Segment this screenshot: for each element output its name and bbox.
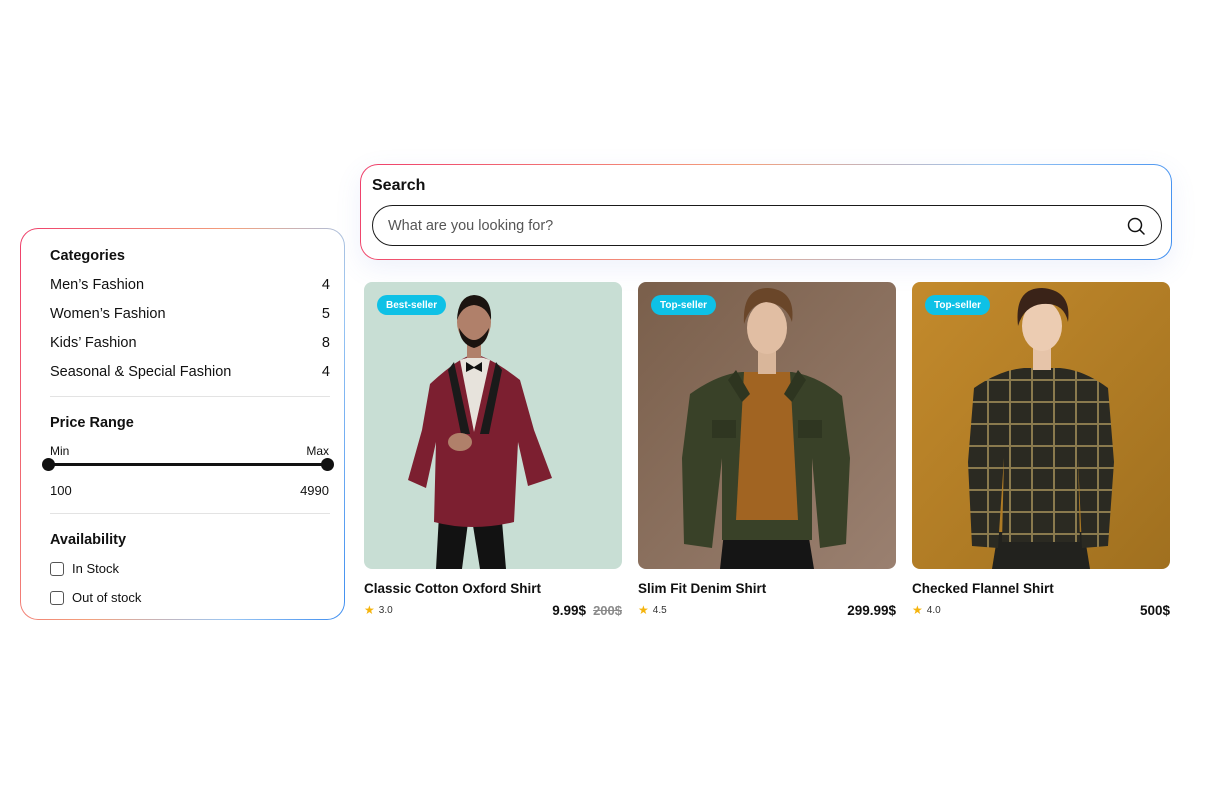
product-badge: Best-seller [377, 295, 447, 315]
product-badge: Top-seller [925, 295, 991, 315]
product-card[interactable]: Top-seller Slim Fit Denim Shirt ★ 4.5 29… [638, 282, 896, 622]
category-count: 4 [321, 364, 330, 380]
product-badge: Top-seller [651, 295, 717, 315]
category-label: Men’s Fashion [50, 277, 145, 293]
price-range-title: Price Range [50, 415, 134, 431]
divider [50, 396, 330, 397]
price-slider-track[interactable] [49, 463, 329, 466]
product-rating: ★ 3.0 [364, 604, 393, 616]
out-of-stock-label: Out of stock [72, 590, 142, 605]
category-count: 8 [321, 335, 330, 351]
price-min-value: 100 [50, 483, 72, 498]
category-count: 4 [321, 277, 330, 293]
product-name[interactable]: Slim Fit Denim Shirt [638, 581, 766, 596]
rating-value: 3.0 [378, 604, 393, 616]
categories-title: Categories [50, 248, 125, 264]
out-of-stock-checkbox[interactable] [50, 590, 64, 605]
star-icon: ★ [364, 603, 375, 617]
price-max-value: 4990 [300, 483, 329, 498]
product-prices: 500$ [1140, 603, 1170, 618]
category-kids-fashion[interactable]: Kids’ Fashion 8 [50, 334, 330, 352]
category-womens-fashion[interactable]: Women’s Fashion 5 [50, 305, 330, 323]
in-stock-label: In Stock [72, 561, 119, 576]
search-input[interactable] [373, 217, 1126, 234]
price-min-label: Min [50, 444, 70, 458]
product-price: 500$ [1139, 603, 1170, 618]
category-seasonal-special-fashion[interactable]: Seasonal & Special Fashion 4 [50, 363, 330, 381]
availability-in-stock[interactable]: In Stock [50, 561, 119, 576]
product-prices: 9.99$ 200$ [552, 603, 622, 618]
availability-title: Availability [50, 532, 127, 548]
filter-panel: Categories Men’s Fashion 4 Women’s Fashi… [20, 228, 345, 620]
product-image[interactable]: Best-seller [364, 282, 622, 569]
product-prices: 299.99$ [847, 603, 896, 618]
product-old-price: 200$ [593, 603, 622, 618]
product-rating: ★ 4.0 [912, 604, 941, 616]
product-card[interactable]: Top-seller Checked Flannel Shirt ★ 4.0 5… [912, 282, 1170, 622]
price-slider-min-handle[interactable] [42, 458, 55, 471]
category-label: Kids’ Fashion [50, 335, 137, 351]
product-name[interactable]: Checked Flannel Shirt [912, 581, 1054, 596]
category-count: 5 [321, 306, 330, 322]
category-label: Seasonal & Special Fashion [50, 364, 232, 380]
product-image[interactable]: Top-seller [912, 282, 1170, 569]
search-title: Search [372, 177, 426, 194]
search-panel: Search [360, 164, 1172, 260]
search-icon[interactable] [1126, 216, 1146, 236]
product-card[interactable]: Best-seller Classic Cotton Oxford Shirt … [364, 282, 622, 622]
rating-value: 4.0 [926, 604, 941, 616]
star-icon: ★ [638, 603, 649, 617]
product-rating: ★ 4.5 [638, 604, 667, 616]
in-stock-checkbox[interactable] [50, 561, 64, 576]
rating-value: 4.5 [652, 604, 667, 616]
availability-out-of-stock[interactable]: Out of stock [50, 590, 141, 605]
divider [50, 513, 330, 514]
search-box[interactable] [372, 205, 1162, 246]
price-max-label: Max [306, 444, 329, 458]
category-mens-fashion[interactable]: Men’s Fashion 4 [50, 276, 330, 294]
category-label: Women’s Fashion [50, 306, 166, 322]
product-price: 299.99$ [847, 603, 896, 618]
star-icon: ★ [912, 603, 923, 617]
price-slider-max-handle[interactable] [321, 458, 334, 471]
product-image[interactable]: Top-seller [638, 282, 896, 569]
product-price: 9.99$ [552, 603, 587, 618]
product-name[interactable]: Classic Cotton Oxford Shirt [364, 581, 541, 596]
